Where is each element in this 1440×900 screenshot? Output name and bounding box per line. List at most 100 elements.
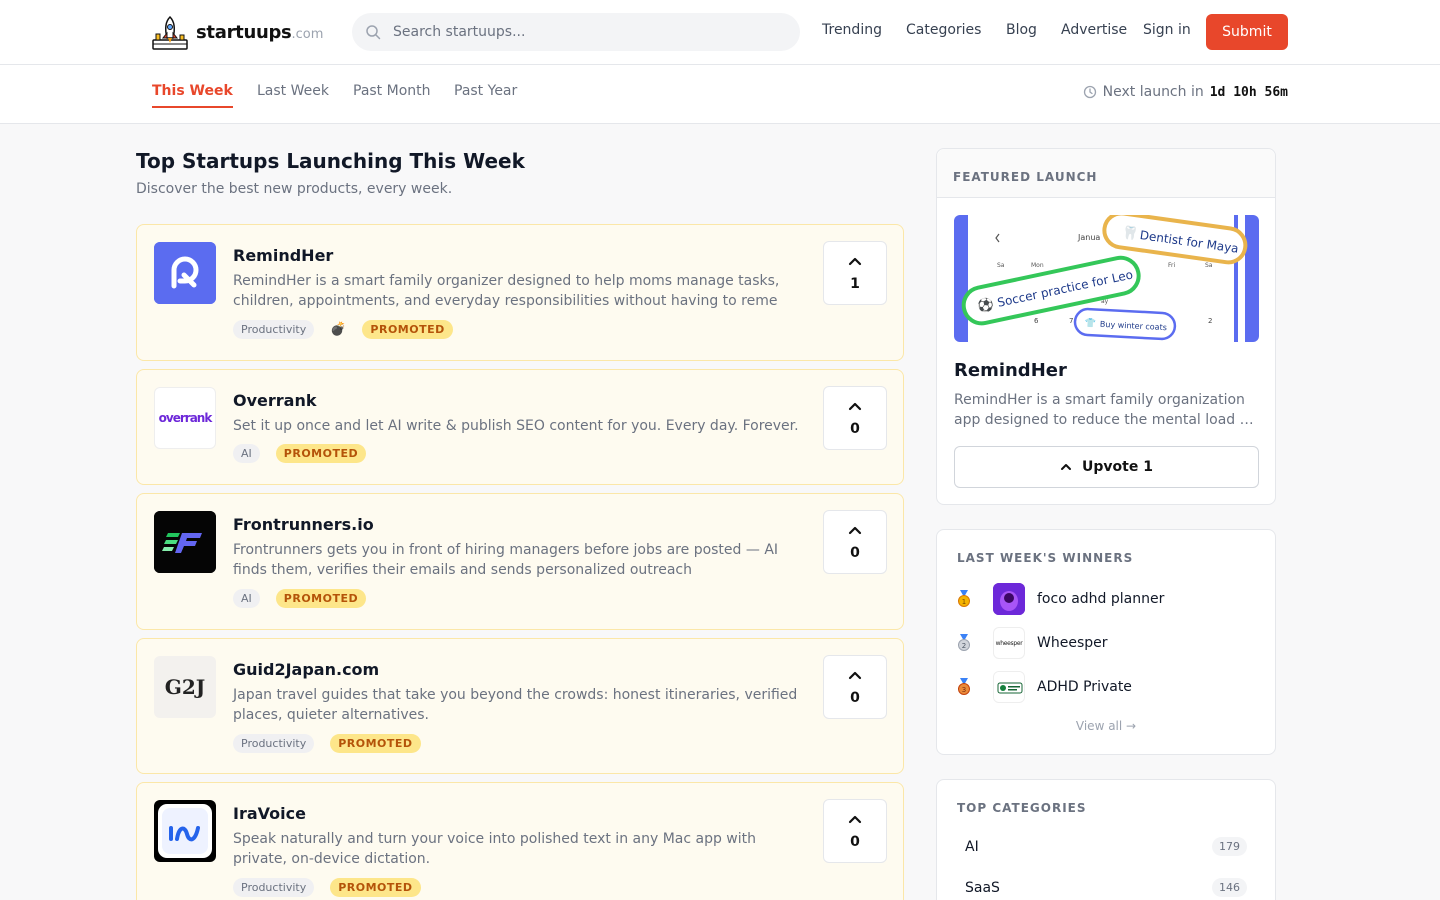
upvote-button[interactable]: 0 — [823, 386, 887, 450]
product-tags: Productivity PROMOTED — [233, 734, 421, 753]
guid2japan-logo-text: G2J — [164, 675, 206, 699]
svg-text:1: 1 — [962, 598, 966, 606]
product-name[interactable]: Overrank — [233, 391, 317, 410]
search-bar[interactable] — [352, 13, 800, 51]
category-tag[interactable]: Productivity — [233, 734, 315, 753]
vote-count: 0 — [850, 545, 860, 561]
rocket-logo-icon — [152, 15, 188, 50]
launch-countdown: Next launch in 1d 10h 56m — [1083, 84, 1288, 100]
product-logo: overrank — [154, 387, 216, 449]
submit-button[interactable]: Submit — [1206, 14, 1288, 50]
bomb-icon: 💣 — [330, 322, 347, 337]
view-all-link[interactable]: View all → — [937, 719, 1275, 733]
remindher-logo-icon — [154, 242, 216, 304]
product-card[interactable]: G2J Guid2Japan.com Japan travel guides t… — [136, 638, 904, 774]
product-description: Japan travel guides that take you beyond… — [233, 687, 798, 723]
gold-medal-icon: 1 — [958, 590, 970, 607]
product-name[interactable]: Guid2Japan.com — [233, 660, 379, 679]
search-icon — [366, 25, 381, 40]
countdown-time: 1d 10h 56m — [1209, 84, 1288, 100]
foco-logo-icon — [993, 583, 1025, 615]
vote-count: 0 — [850, 834, 860, 850]
product-name[interactable]: RemindHer — [233, 246, 333, 265]
nav-blog[interactable]: Blog — [1006, 22, 1037, 38]
tab-past-month[interactable]: Past Month — [353, 83, 431, 106]
category-tag[interactable]: Productivity — [233, 878, 315, 897]
featured-upvote-button[interactable]: Upvote 1 — [954, 446, 1259, 488]
calendar-day-3: Fri — [1168, 262, 1175, 269]
nav-advertise[interactable]: Advertise — [1061, 22, 1127, 38]
featured-launch-panel: FEATURED LAUNCH Janua Sa Mon Fri Sa ay 6… — [936, 148, 1276, 505]
product-logo — [154, 242, 216, 304]
winner-logo: wheesper — [993, 627, 1025, 659]
winner-item[interactable]: 1 foco adhd planner — [957, 583, 1164, 615]
upvote-button[interactable]: 0 — [823, 655, 887, 719]
tab-last-week[interactable]: Last Week — [257, 83, 329, 106]
category-item[interactable]: SaaS 146 — [965, 878, 1247, 897]
product-card[interactable]: IraVoice Speak naturally and turn your v… — [136, 782, 904, 900]
featured-upvote-label: Upvote 1 — [1082, 459, 1153, 475]
tab-past-year[interactable]: Past Year — [454, 83, 517, 106]
time-filter-bar: This Week Last Week Past Month Past Year… — [0, 65, 1440, 124]
vote-count: 0 — [850, 690, 860, 706]
category-tag[interactable]: Productivity — [233, 320, 315, 339]
search-input[interactable] — [393, 24, 773, 40]
upvote-button[interactable]: 1 — [823, 241, 887, 305]
categories-heading: TOP CATEGORIES — [957, 801, 1087, 815]
product-logo — [154, 511, 216, 573]
winner-name: foco adhd planner — [1037, 591, 1165, 607]
winner-logo — [993, 583, 1025, 615]
featured-name[interactable]: RemindHer — [954, 360, 1067, 381]
overrank-logo-text: overrank — [158, 411, 213, 425]
silver-medal-icon: 2 — [958, 634, 970, 651]
product-description: RemindHer is a smart family organizer de… — [233, 273, 780, 309]
featured-header: FEATURED LAUNCH — [937, 149, 1275, 198]
logo-tld: .com — [291, 26, 324, 42]
promoted-badge: PROMOTED — [275, 444, 367, 463]
upvote-button[interactable]: 0 — [823, 510, 887, 574]
logo-text: startuups — [196, 21, 292, 43]
calendar-day-2: Mon — [1031, 262, 1044, 269]
iravoice-logo-icon — [158, 804, 212, 858]
product-card[interactable]: overrank Overrank Set it up once and let… — [136, 369, 904, 485]
chevron-up-icon — [848, 671, 862, 680]
bronze-medal-icon: 3 — [958, 678, 970, 695]
sign-in-link[interactable]: Sign in — [1143, 22, 1191, 38]
category-tag[interactable]: AI — [233, 444, 260, 463]
tab-this-week[interactable]: This Week — [152, 83, 233, 108]
winner-logo — [993, 671, 1025, 703]
category-name: SaaS — [965, 879, 1000, 896]
calendar-number-3: 2 — [1208, 317, 1212, 325]
product-description: Speak naturally and turn your voice into… — [233, 831, 757, 867]
product-card[interactable]: Frontrunners.io Frontrunners gets you in… — [136, 493, 904, 630]
category-count: 146 — [1212, 878, 1247, 897]
site-header: startuups .com Trending Categories Blog … — [0, 0, 1440, 65]
winner-item[interactable]: 3 ADHD Private — [957, 671, 1132, 703]
featured-heading: FEATURED LAUNCH — [953, 170, 1098, 184]
product-description: Frontrunners gets you in front of hiring… — [233, 542, 779, 578]
category-item[interactable]: AI 179 — [965, 837, 1247, 856]
chevron-up-icon — [1061, 464, 1072, 470]
winners-panel: LAST WEEK'S WINNERS 1 foco adhd planner … — [936, 529, 1276, 755]
nav-trending[interactable]: Trending — [822, 22, 882, 38]
winner-item[interactable]: 2 wheesper Wheesper — [957, 627, 1108, 659]
product-card[interactable]: RemindHer RemindHer is a smart family or… — [136, 224, 904, 361]
product-name[interactable]: Frontrunners.io — [233, 515, 374, 534]
promoted-badge: PROMOTED — [330, 734, 421, 753]
adhd-private-logo-icon — [994, 672, 1024, 702]
product-logo — [154, 800, 216, 862]
winner-name: ADHD Private — [1037, 679, 1132, 695]
featured-image[interactable]: Janua Sa Mon Fri Sa ay 6 7 2 🦷 Dentist f… — [954, 215, 1259, 342]
product-tags: Productivity 💣 PROMOTED — [233, 320, 453, 339]
category-tag[interactable]: AI — [233, 589, 260, 608]
winners-heading: LAST WEEK'S WINNERS — [957, 551, 1134, 565]
product-name[interactable]: IraVoice — [233, 804, 306, 823]
logo[interactable]: startuups .com — [152, 14, 323, 50]
nav-categories[interactable]: Categories — [906, 22, 981, 38]
wheesper-logo-text: wheesper — [995, 639, 1023, 647]
upvote-button[interactable]: 0 — [823, 799, 887, 863]
calendar-month: Janua — [1077, 233, 1100, 242]
promoted-badge: PROMOTED — [275, 589, 367, 608]
product-description: Set it up once and let AI write & publis… — [233, 418, 799, 434]
product-tags: Productivity PROMOTED — [233, 878, 421, 897]
